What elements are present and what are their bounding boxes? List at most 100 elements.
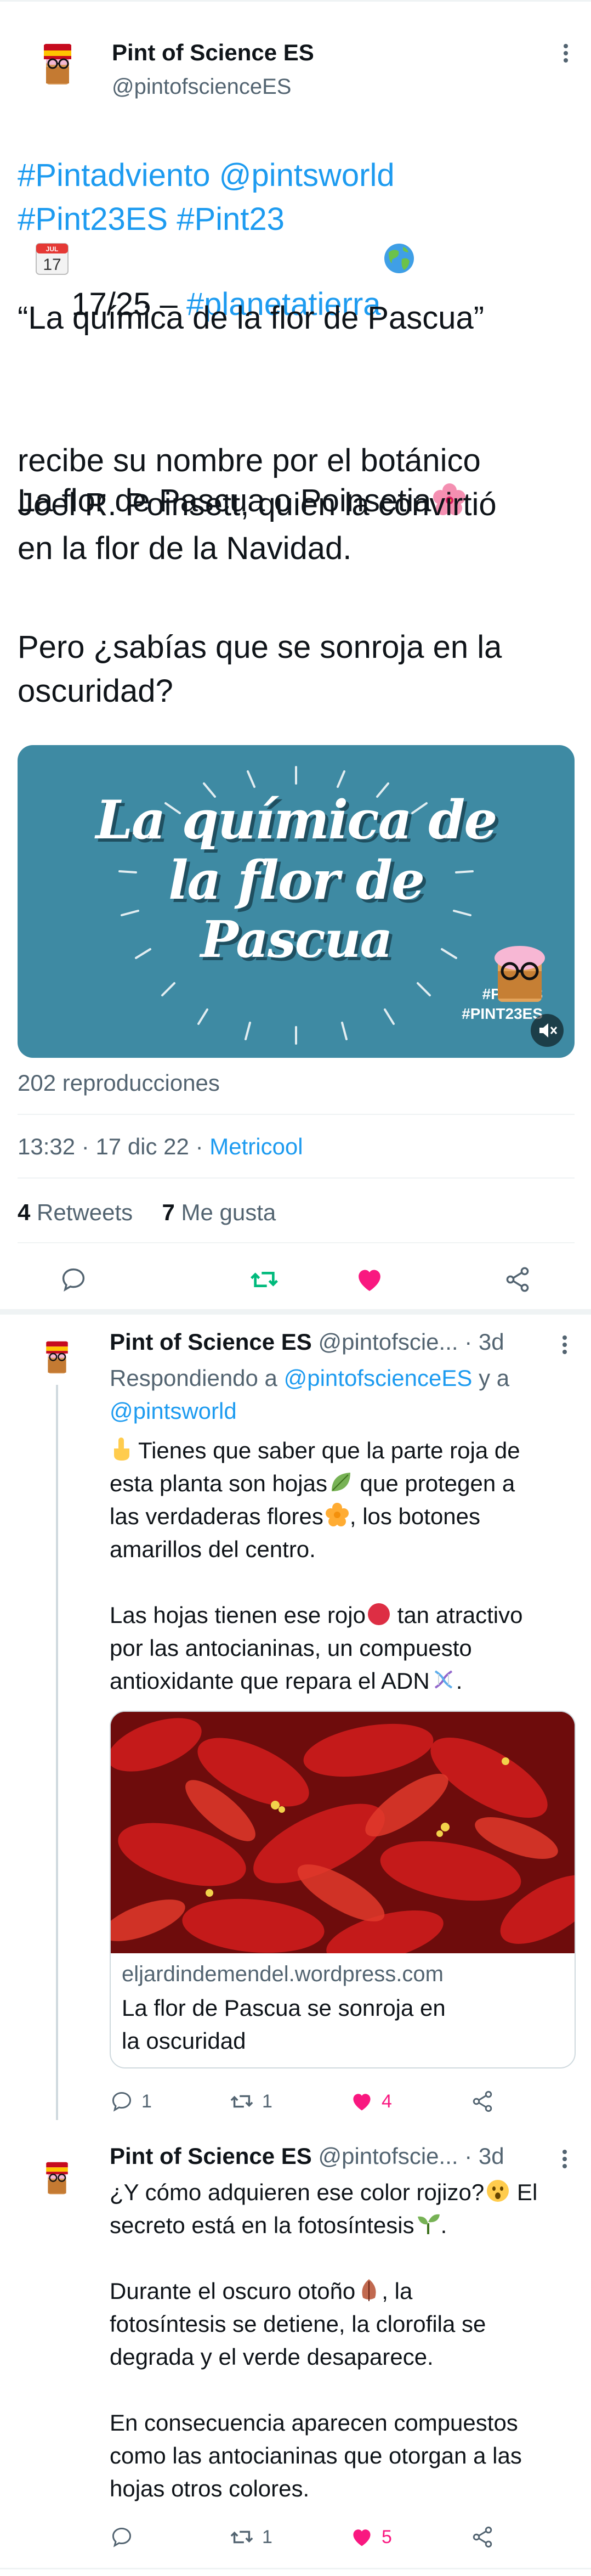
reply-1-author-name[interactable]: Pint of Science ES xyxy=(110,1329,312,1355)
reply-2-retweet-count: 1 xyxy=(262,2526,272,2547)
reply-1-reply-count: 1 xyxy=(141,2090,152,2112)
retweet-icon xyxy=(251,1272,278,1287)
retweets-stat[interactable]: 4 Retweets xyxy=(18,1199,133,1225)
tweet-quote: “La química de la flor de Pascua” xyxy=(18,300,485,336)
reply-2-line-5: degrada y el verde desaparece. xyxy=(110,2344,434,2370)
tweet-para1-line-2: recibe su nombre por el botánico xyxy=(18,443,481,478)
reply-1-share-button[interactable] xyxy=(470,2085,495,2118)
reply-2-line-6: En consecuencia aparecen compuestos xyxy=(110,2410,518,2436)
blossom-icon xyxy=(325,1502,350,1527)
mascot-logo xyxy=(487,937,553,1003)
reply-1-line-6: por las antocianinas, un compuesto xyxy=(110,1635,472,1661)
reply-1-replying-to: Respondiendo a @pintofscienceES y a xyxy=(110,1365,510,1391)
reply-2-retweet-button[interactable]: 1 xyxy=(229,2521,272,2554)
heart-icon xyxy=(353,2529,371,2546)
reply-2-line-7: como las antocianinas que otorgan a las xyxy=(110,2443,522,2468)
tweet-para2-line-2: oscuridad? xyxy=(18,673,173,709)
reply-1-age[interactable]: 3d xyxy=(479,1329,504,1355)
media-title-line-2: la flor de xyxy=(168,849,425,911)
link-card[interactable]: eljardindemendel.wordpress.com La flor d… xyxy=(110,1711,576,2068)
reply-icon xyxy=(112,2092,132,2112)
reply-2-author-handle[interactable]: @pintofscie... xyxy=(318,2143,458,2169)
svg-text:JUL: JUL xyxy=(46,245,59,253)
reply-1-line-5: Las hojas tienen ese rojo tan atractivo xyxy=(110,1602,523,1628)
reply-1-replying-to-2[interactable]: @pintsworld xyxy=(110,1395,581,1428)
like-button[interactable] xyxy=(348,1258,391,1301)
reply-1-like-count: 4 xyxy=(382,2090,392,2112)
reply-1-more-icon[interactable] xyxy=(554,1331,576,1359)
reply-1-line-1: Tienes que saber que la parte roja de xyxy=(110,1434,581,1467)
divider xyxy=(18,1242,575,1243)
share-button[interactable] xyxy=(496,1258,539,1301)
retweet-button[interactable] xyxy=(242,1258,286,1301)
divider xyxy=(18,1114,575,1115)
bottom-divider xyxy=(0,2568,591,2569)
heart-icon xyxy=(353,2094,371,2111)
mute-button[interactable] xyxy=(531,1014,564,1047)
tweet-meta: 13:32 · 17 dic 22 · Metricool xyxy=(18,1134,303,1159)
reply-1-retweet-button[interactable]: 1 xyxy=(229,2085,272,2118)
reply-1-reply-button[interactable]: 1 xyxy=(110,2085,152,2118)
card-title: La flor de Pascua se sonroja en la oscuri… xyxy=(122,1995,446,2054)
reply-2-age[interactable]: 3d xyxy=(479,2143,504,2169)
heart-icon xyxy=(359,1270,380,1291)
mute-icon xyxy=(539,1023,558,1038)
reply-2-line-1: ¿Y cómo adquieren ese color rojizo? El xyxy=(110,2178,538,2205)
reply-2-line-2: secreto está en la fotosíntesis. xyxy=(110,2212,447,2238)
hibiscus-icon xyxy=(433,395,466,515)
tweet-stats: 4 Retweets 7 Me gusta xyxy=(18,1199,276,1226)
dna-icon xyxy=(431,1667,456,1692)
reply-2-more-icon[interactable] xyxy=(554,2145,576,2173)
reply-icon xyxy=(112,2527,132,2547)
reply-1-line-4: amarillos del centro. xyxy=(110,1536,316,1562)
reply-1-header: Pint of Science ES @pintofscie... · 3d xyxy=(110,1329,504,1355)
reply-button[interactable] xyxy=(52,1258,95,1301)
reply-1-line-3: las verdaderas flores, los botones xyxy=(110,1502,481,1529)
author-name[interactable]: Pint of Science ES xyxy=(112,40,314,66)
svg-text:17: 17 xyxy=(43,256,61,274)
tweet-date[interactable]: 17 dic 22 xyxy=(95,1134,189,1159)
reply-2-reply-button[interactable] xyxy=(110,2521,141,2554)
tweet-text-line-2[interactable]: #Pintadviento @pintsworld xyxy=(18,154,577,198)
tweet-para1-line-4: en la flor de la Navidad. xyxy=(18,531,352,566)
tweet-text-line-3[interactable]: #Pint23ES #Pint23 xyxy=(18,198,577,241)
card-image-poinsettia xyxy=(111,1712,575,1953)
reply-2-author-name[interactable]: Pint of Science ES xyxy=(110,2143,312,2169)
reply-1-like-button[interactable]: 4 xyxy=(350,2085,392,2118)
section-divider xyxy=(0,1309,591,1315)
reply-1-line-7: antioxidante que repara el ADN. xyxy=(110,1667,463,1694)
reply-1-avatar[interactable] xyxy=(38,1339,76,1376)
tweet-media-video[interactable]: La química de la flor de Pascua #PINT23 … xyxy=(18,745,575,1058)
author-handle[interactable]: @pintofscienceES xyxy=(112,75,291,99)
divider xyxy=(18,1177,575,1179)
reply-icon xyxy=(62,1268,85,1292)
reply-1-retweet-count: 1 xyxy=(262,2090,272,2112)
pointing-finger-icon xyxy=(110,1436,135,1462)
retweet-icon xyxy=(230,2095,253,2108)
media-title-line-1: La química de xyxy=(95,789,498,851)
likes-stat[interactable]: 7 Me gusta xyxy=(162,1199,276,1225)
tweet-para2-line-1: Pero ¿sabías que se sonroja en la xyxy=(18,629,502,665)
view-count: 202 reproducciones xyxy=(18,1070,220,1096)
retweet-icon xyxy=(230,2530,253,2544)
tweet-para1-line-3: Joel R. Poinsett, quien la convirtió xyxy=(18,487,497,522)
reply-2-share-button[interactable] xyxy=(470,2521,495,2554)
fallen-leaf-icon xyxy=(356,2277,382,2302)
top-divider xyxy=(0,0,591,2)
astonished-face-icon xyxy=(485,2178,510,2203)
reply-2-like-button[interactable]: 5 xyxy=(350,2521,392,2554)
more-options-icon[interactable] xyxy=(555,40,577,67)
leaf-icon xyxy=(328,1469,354,1495)
reply-2-line-3: Durante el oscuro otoño, la xyxy=(110,2277,413,2304)
card-domain: eljardindemendel.wordpress.com xyxy=(122,1962,444,1986)
tweet-source[interactable]: Metricool xyxy=(209,1134,303,1159)
share-icon xyxy=(473,2090,492,2112)
reply-2-like-count: 5 xyxy=(382,2526,392,2547)
reply-2-header: Pint of Science ES @pintofscie... · 3d xyxy=(110,2143,504,2169)
tweet-time[interactable]: 13:32 xyxy=(18,1134,75,1159)
author-avatar[interactable] xyxy=(34,41,81,88)
reply-2-avatar[interactable] xyxy=(38,2160,76,2197)
reply-1-author-handle[interactable]: @pintofscie... xyxy=(318,1329,458,1355)
thread-line xyxy=(56,1385,58,2120)
share-icon xyxy=(473,2526,492,2548)
